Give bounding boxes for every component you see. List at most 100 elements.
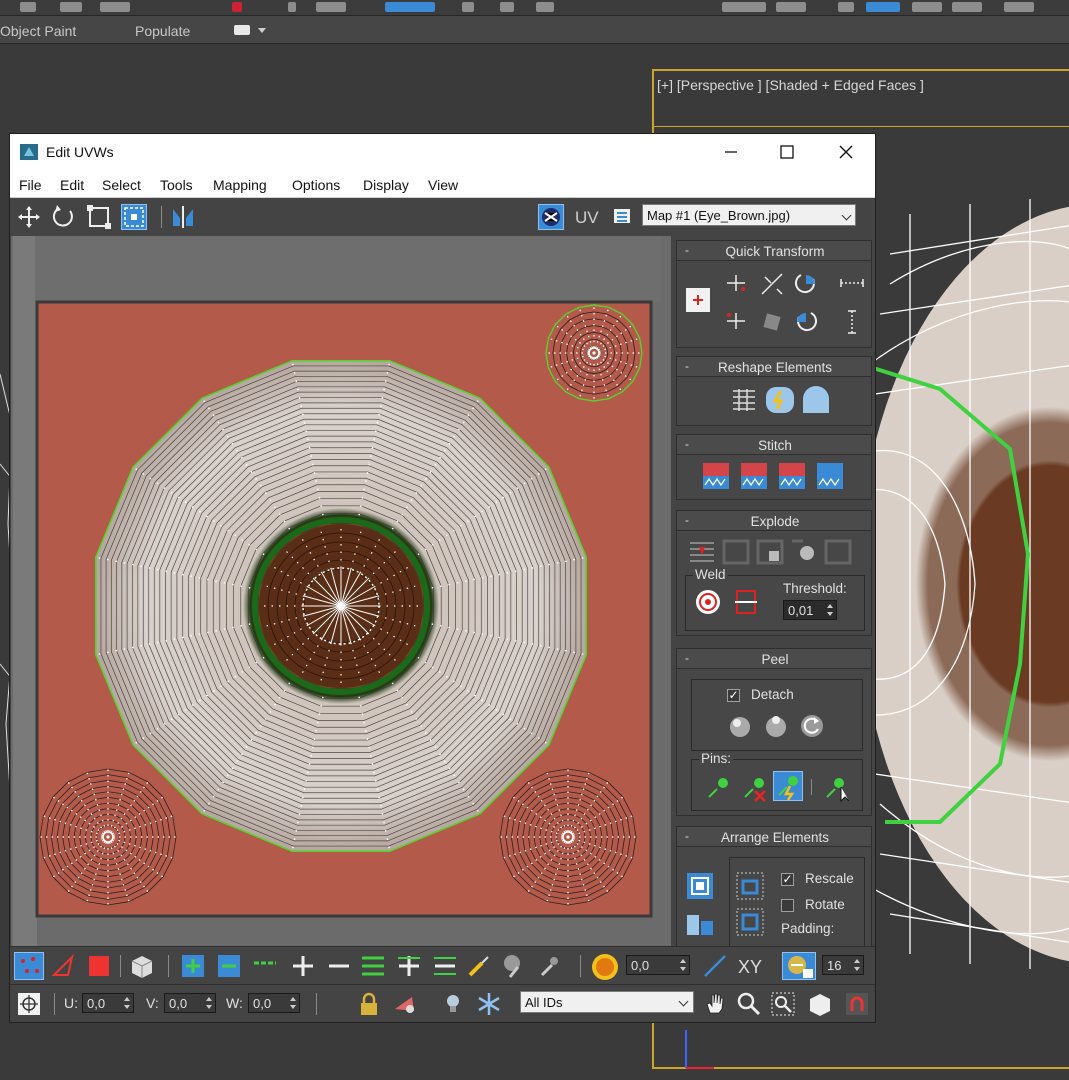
linear-align-icon[interactable] [757,307,787,337]
quick-peel-icon[interactable] [725,711,755,741]
window-titlebar[interactable]: Edit UVWs [10,134,875,170]
menu-mapping[interactable]: Mapping [213,177,267,193]
soft-selection-icon[interactable] [590,952,620,982]
align-vertical-icon[interactable] [721,307,751,337]
reset-peel-icon[interactable] [797,711,827,741]
paint-shrink-icon[interactable] [536,953,562,979]
toolbar-icon[interactable] [952,2,982,12]
toolbar-icon[interactable] [536,2,554,12]
stitch-header[interactable]: - Stitch [677,435,871,455]
menu-file[interactable]: File [19,177,42,193]
spinner-arrows-icon[interactable] [123,996,131,1010]
spinner-arrows-icon[interactable] [205,996,213,1010]
relax-icon[interactable] [765,385,795,415]
space-vertical-icon[interactable] [837,307,867,337]
detach-checkbox[interactable]: ✓ [727,689,740,702]
move-icon[interactable] [16,204,42,230]
arrange-elements-header[interactable]: - Arrange Elements [677,827,871,847]
break-by-flatten-icon[interactable] [755,537,785,567]
peel-mode-icon[interactable] [761,711,791,741]
uv-channel-label[interactable]: UV [575,208,599,228]
edge-mode-icon[interactable] [50,953,76,979]
break-explode-icon[interactable] [823,537,853,567]
toolbar-icon[interactable] [20,2,36,12]
rotate-90-cw-icon[interactable] [791,269,821,299]
uv-editor-canvas[interactable] [11,236,671,946]
pack-rescale-icon[interactable] [735,907,765,937]
space-horizontal-icon[interactable] [837,269,867,299]
toolbar-icon[interactable] [462,2,474,12]
freeze-icon[interactable] [476,991,502,1017]
menu-edit[interactable]: Edit [60,177,84,193]
ring-shrink-icon[interactable] [432,953,458,979]
explode-header[interactable]: - Explode [677,511,871,531]
pan-hand-icon[interactable] [702,991,728,1017]
toolbar-icon[interactable] [500,2,514,12]
pack-normalize-icon[interactable] [685,907,715,937]
toolbar-icon[interactable] [100,2,130,12]
eye-main-uv-island[interactable] [95,360,587,852]
menu-options[interactable]: Options [292,177,340,193]
grow-selection-icon[interactable] [180,953,206,979]
spinner-arrows-icon[interactable] [679,958,687,972]
align-diagonal-icon[interactable] [757,269,787,299]
stitch-to-average-icon[interactable] [739,461,769,491]
maximize-icon[interactable] [776,142,798,162]
menu-display[interactable]: Display [363,177,409,193]
texture-list-icon[interactable] [612,206,632,226]
stitch-to-target-icon[interactable] [701,461,731,491]
pack-custom-icon[interactable] [685,871,715,901]
weld-selected-icon[interactable] [731,587,761,617]
freeform-mode-button[interactable] [121,204,147,230]
toolbar-icon[interactable] [912,2,942,12]
texture-map-dropdown[interactable]: Map #1 (Eye_Brown.jpg) [642,204,856,226]
u-coordinate-spinner[interactable]: 0,0 [82,993,134,1013]
break-by-smoothing-icon[interactable] [687,537,717,567]
falloff-linear-icon[interactable] [702,953,728,979]
material-ids-dropdown[interactable]: All IDs [520,991,694,1013]
viewport-label[interactable]: [+] [Perspective ] [Shaded + Edged Faces… [657,77,924,93]
w-coordinate-spinner[interactable]: 0,0 [248,993,300,1013]
toolbar-icon[interactable] [776,2,806,12]
rotate-icon[interactable] [50,204,76,230]
peel-header[interactable]: - Peel [677,649,871,669]
lock-icon[interactable] [356,991,382,1017]
scale-icon[interactable] [86,204,112,230]
relax-by-edge-icon[interactable] [801,385,831,415]
break-by-material-icon[interactable] [721,537,751,567]
toolbar-icon[interactable] [866,2,900,12]
face-mode-icon[interactable] [86,953,112,979]
zoom-region-icon[interactable] [770,991,796,1017]
loop-grow-icon[interactable] [290,953,316,979]
ring-grow-icon[interactable] [396,953,422,979]
v-coordinate-spinner[interactable]: 0,0 [164,993,216,1013]
quick-transform-header[interactable]: - Quick Transform [677,241,871,261]
minimize-icon[interactable] [720,142,742,162]
select-pins-icon[interactable] [823,773,853,803]
target-weld-icon[interactable] [693,587,723,617]
spinner-arrows-icon[interactable] [853,958,861,972]
toolbar-icon[interactable] [838,2,854,12]
threshold-spinner[interactable]: 0,01 [783,600,837,620]
close-icon[interactable] [835,142,857,162]
toolbar-icon[interactable] [385,2,435,12]
freeze-light-icon[interactable] [440,991,466,1017]
menu-view[interactable]: View [428,177,458,193]
absolute-offset-icon[interactable] [16,991,42,1017]
tab-populate[interactable]: Populate [135,23,190,39]
hide-selected-icon[interactable] [392,991,418,1017]
pivot-point-icon[interactable] [685,287,711,313]
spinner-arrows-icon[interactable] [289,996,297,1010]
unpin-selected-icon[interactable] [739,773,769,803]
tab-object-paint[interactable]: Object Paint [0,23,76,39]
toolbar-icon[interactable] [1004,2,1034,12]
stitch-to-source-icon[interactable] [777,461,807,491]
falloff-space-label[interactable]: XY [738,957,762,978]
snap-magnet-icon[interactable] [844,991,870,1017]
toolbar-icon[interactable] [316,2,346,12]
paint-select-icon[interactable] [466,953,492,979]
toolbar-icon[interactable] [232,2,242,12]
menu-tools[interactable]: Tools [160,177,193,193]
reshape-elements-header[interactable]: - Reshape Elements [677,357,871,377]
uv-layout[interactable] [11,236,671,946]
